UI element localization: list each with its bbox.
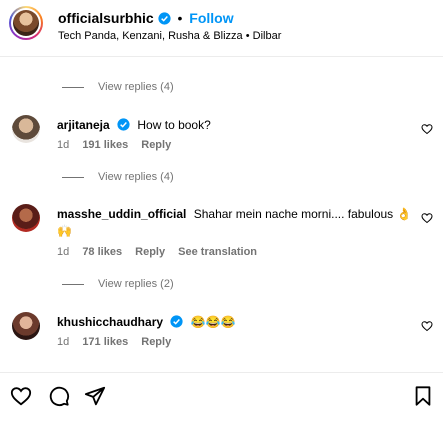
heart-icon[interactable]: [10, 385, 32, 407]
verified-badge-icon: [170, 315, 183, 328]
view-replies-label: View replies (2): [98, 278, 174, 290]
comment-username[interactable]: arjitaneja: [57, 118, 110, 132]
post-header: officialsurbhic • Follow Tech Panda, Ken…: [0, 0, 443, 57]
verified-badge-icon: [157, 12, 171, 25]
see-translation-button[interactable]: See translation: [178, 246, 257, 258]
comment-time: 1d: [57, 336, 70, 348]
comment-icon[interactable]: [48, 385, 70, 407]
reply-button[interactable]: Reply: [141, 336, 171, 348]
post-username[interactable]: officialsurbhic: [58, 10, 154, 26]
view-replies-label: View replies (4): [98, 81, 174, 93]
comment-text: 😂😂😂: [190, 315, 236, 329]
view-replies-button[interactable]: View replies (4): [62, 171, 174, 183]
comment-likes[interactable]: 78 likes: [82, 246, 122, 258]
comment-avatar[interactable]: [12, 115, 40, 143]
profile-avatar[interactable]: [9, 6, 43, 40]
view-replies-label: View replies (4): [98, 171, 174, 183]
comment-text-line: arjitaneja How to book?: [57, 117, 413, 134]
comment-time: 1d: [57, 139, 70, 151]
view-replies-button[interactable]: View replies (4): [62, 81, 174, 93]
comment-username[interactable]: khushicchaudhary: [57, 315, 163, 329]
verified-badge-icon: [117, 118, 130, 131]
reply-button[interactable]: Reply: [141, 139, 171, 151]
like-heart-icon[interactable]: [421, 212, 433, 224]
like-heart-icon[interactable]: [421, 320, 433, 332]
comment-meta: 1d 171 likes Reply: [57, 336, 181, 348]
view-replies-button[interactable]: View replies (2): [62, 278, 174, 290]
comment-avatar[interactable]: [12, 312, 40, 340]
like-heart-icon[interactable]: [421, 123, 433, 135]
header-line: officialsurbhic • Follow: [58, 10, 234, 26]
post-subtitle: Tech Panda, Kenzani, Rusha & Blizza • Di…: [58, 30, 282, 42]
comment-meta: 1d 191 likes Reply: [57, 139, 181, 151]
comment-text: How to book?: [137, 118, 211, 132]
comment-time: 1d: [57, 246, 70, 258]
follow-button[interactable]: Follow: [189, 10, 233, 26]
separator-dot: •: [177, 10, 183, 26]
comment-likes[interactable]: 191 likes: [82, 139, 128, 151]
comment-username[interactable]: masshe_uddin_official: [57, 207, 186, 221]
comment-likes[interactable]: 171 likes: [82, 336, 128, 348]
comment-avatar[interactable]: [12, 204, 40, 232]
bookmark-icon[interactable]: [412, 385, 434, 407]
comment-text-line: masshe_uddin_official Shahar mein nache …: [57, 206, 413, 240]
comment-meta: 1d 78 likes Reply See translation: [57, 246, 267, 258]
post-action-bar: [0, 372, 443, 421]
comment-text-line: khushicchaudhary 😂😂😂: [57, 314, 413, 331]
share-icon[interactable]: [84, 385, 106, 407]
reply-button[interactable]: Reply: [135, 246, 165, 258]
